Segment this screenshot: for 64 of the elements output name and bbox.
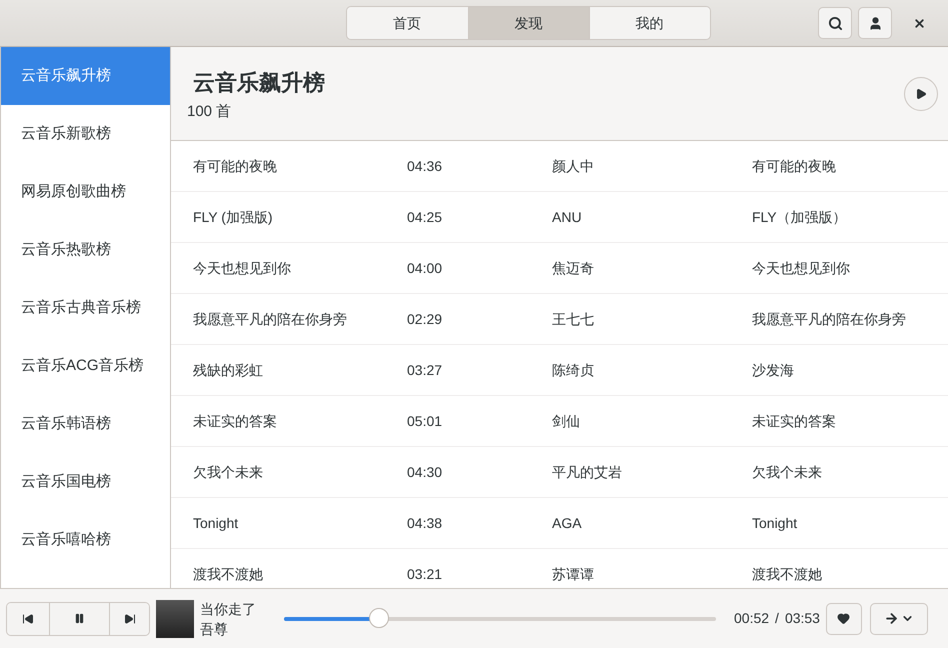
play-mode-button[interactable] [870, 602, 928, 634]
table-cell: 沙发海 [752, 362, 794, 378]
arrow-icon [884, 611, 899, 626]
search-button[interactable] [818, 7, 852, 39]
table-cell: FLY (加强版) [193, 208, 273, 224]
favorite-button[interactable] [826, 602, 862, 634]
table-cell: 02:29 [407, 310, 442, 326]
user-icon [868, 16, 882, 30]
table-cell: 颜人中 [552, 158, 594, 174]
play-all-button[interactable] [904, 77, 938, 111]
table-cell: 04:30 [407, 464, 442, 480]
table-cell: 欠我个未来 [193, 464, 263, 480]
table-cell: Tonight [193, 514, 238, 530]
nav-tab[interactable]: 我的 [588, 7, 710, 39]
table-cell: 04:25 [407, 208, 442, 224]
table-cell: 03:21 [407, 566, 442, 582]
table-cell: 残缺的彩虹 [193, 362, 263, 378]
table-cell: 04:38 [407, 514, 442, 530]
table-cell: 剑仙 [552, 412, 580, 428]
table-cell: 未证实的答案 [752, 412, 836, 428]
table-cell: 未证实的答案 [193, 412, 277, 428]
table-cell: 平凡的艾岩 [552, 464, 622, 480]
table-cell: 03:27 [407, 362, 442, 378]
table-cell: 有可能的夜晚 [193, 158, 277, 174]
table-cell: 苏谭谭 [552, 566, 594, 582]
table-cell: Tonight [752, 514, 798, 530]
table-cell: 欠我个未来 [752, 464, 822, 480]
playlist-title: 云音乐飙升榜 [192, 69, 325, 97]
time-separator: / [775, 609, 779, 628]
nav-tab[interactable]: 首页 [346, 7, 468, 39]
album-cover-placeholder [156, 600, 194, 638]
elapsed-time: 00:52 [734, 609, 770, 628]
table-cell: 今天也想见到你 [193, 260, 291, 276]
track-title: 当你走了 [200, 600, 257, 618]
pause-icon [74, 613, 85, 624]
table-cell: 04:36 [407, 158, 442, 174]
account-button[interactable] [858, 7, 892, 39]
next-icon [124, 612, 136, 624]
table-cell: 05:01 [407, 412, 442, 428]
close-icon [912, 16, 926, 30]
table-cell: 04:00 [407, 260, 442, 276]
total-time: 03:53 [784, 609, 820, 628]
table-cell: 有可能的夜晚 [752, 158, 836, 174]
slider-handle[interactable] [369, 608, 390, 628]
search-icon [828, 16, 842, 30]
sidebar-item[interactable]: 云音乐飙升榜 [1, 47, 170, 105]
table-cell: 王七七 [552, 310, 594, 326]
song-count: 100 首 [187, 102, 232, 122]
table-cell: 陈绮贞 [552, 362, 594, 378]
previous-icon [22, 612, 34, 624]
play-icon [915, 88, 927, 100]
heart-icon [837, 612, 850, 625]
next-button[interactable] [109, 602, 149, 634]
table-cell: 我愿意平凡的陪在你身旁 [193, 310, 347, 326]
table-cell: ANU [552, 208, 582, 224]
nav-tab[interactable]: 发现 [468, 7, 588, 39]
table-cell: AGA [552, 514, 582, 530]
track-artist: 吾尊 [200, 620, 229, 638]
table-cell: 渡我不渡她 [752, 566, 822, 582]
table-cell: 渡我不渡她 [193, 566, 263, 582]
table-cell: 今天也想见到你 [752, 260, 850, 276]
table-cell: 我愿意平凡的陪在你身旁 [752, 310, 906, 326]
table-cell: FLY（加强版） [752, 208, 847, 224]
table-cell: 焦迈奇 [552, 260, 594, 276]
